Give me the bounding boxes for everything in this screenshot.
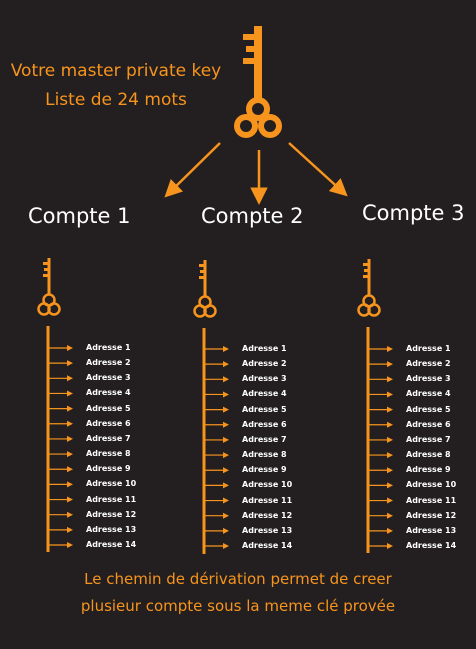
address-arrowhead: [387, 361, 393, 368]
address-label: Adresse 6: [406, 419, 451, 429]
caption-line-2: plusieur compte sous la meme clé provée: [80, 597, 396, 615]
derivation-diagram: Votre master private key Liste de 24 mot…: [0, 0, 476, 649]
address-label: Adresse 4: [406, 389, 451, 399]
address-arrowhead: [387, 436, 393, 443]
address-label: Adresse 13: [406, 525, 457, 535]
address-arrowhead: [387, 346, 393, 352]
caption-line-1: Le chemin de dérivation permet de creer: [84, 570, 392, 588]
address-arrowhead: [387, 391, 393, 398]
address-label: Adresse 12: [406, 510, 457, 520]
address-arrowhead: [387, 421, 393, 428]
address-label: Adresse 10: [406, 480, 457, 490]
address-label: Adresse 7: [406, 434, 451, 444]
address-label: Adresse 9: [406, 465, 451, 475]
account-3-graphics: [357, 259, 393, 553]
address-label: Adresse 3: [406, 374, 451, 384]
address-arrowhead: [387, 482, 393, 489]
address-label: Adresse 5: [406, 404, 451, 414]
address-arrowhead: [387, 543, 393, 549]
address-arrowhead: [387, 497, 393, 504]
address-arrowhead: [387, 512, 393, 519]
address-label: Adresse 1: [406, 344, 451, 353]
address-arrowhead: [387, 527, 393, 534]
address-arrowhead: [387, 467, 393, 474]
address-label: Adresse 11: [406, 495, 457, 505]
address-arrowhead: [387, 406, 393, 413]
address-label: Adresse 2: [406, 359, 451, 369]
address-arrowhead: [387, 452, 393, 459]
address-arrowhead: [387, 376, 393, 383]
address-label: Adresse 8: [406, 450, 451, 460]
address-label: Adresse 14: [406, 541, 457, 550]
account-3-key-icon: [357, 259, 381, 317]
